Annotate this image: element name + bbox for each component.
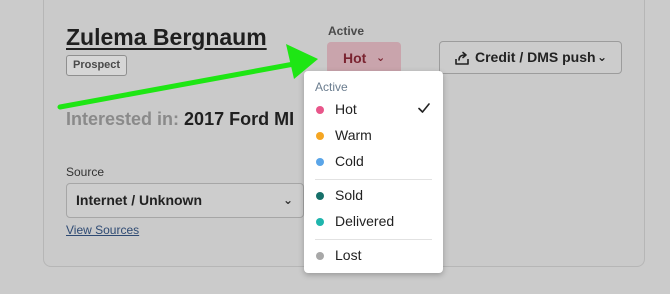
- status-label: Active: [328, 24, 365, 38]
- menu-option-label: Sold: [335, 187, 364, 203]
- credit-dms-push-label: Credit / DMS push: [475, 49, 596, 65]
- menu-option-label: Delivered: [335, 213, 395, 229]
- menu-option-hot[interactable]: Hot: [304, 98, 443, 122]
- warm-dot-icon: [316, 132, 324, 140]
- menu-option-label: Hot: [335, 101, 357, 117]
- view-sources-link[interactable]: View Sources: [66, 223, 139, 237]
- menu-divider: [315, 239, 432, 240]
- chevron-down-icon: ⌄: [376, 52, 386, 64]
- menu-option-label: Warm: [335, 127, 372, 143]
- chevron-down-icon: ⌄: [282, 193, 293, 207]
- menu-option-label: Lost: [335, 247, 362, 263]
- status-badge: Prospect: [66, 55, 128, 76]
- status-dropdown-button[interactable]: Hot ⌄: [327, 42, 401, 74]
- status-dropdown-menu: Active Hot Warm Cold Sold Delivered Lost: [304, 71, 443, 273]
- source-value: Internet / Unknown: [76, 192, 202, 208]
- credit-dms-push-button[interactable]: Credit / DMS push ⌄: [439, 41, 622, 74]
- share-upload-icon: [455, 51, 469, 65]
- status-selected: Hot: [343, 50, 367, 66]
- interested-in-label: Interested in:: [66, 109, 180, 129]
- hot-dot-icon: [316, 106, 324, 114]
- menu-header: Active: [315, 80, 348, 94]
- sold-dot-icon: [316, 192, 324, 200]
- check-icon: [418, 103, 430, 113]
- interested-in-value: 2017 Ford MI: [184, 109, 295, 129]
- menu-option-label: Cold: [335, 153, 364, 169]
- menu-divider: [315, 179, 432, 180]
- menu-option-lost[interactable]: Lost: [304, 244, 443, 268]
- chevron-down-icon: ⌄: [597, 50, 608, 64]
- menu-option-cold[interactable]: Cold: [304, 150, 443, 174]
- cold-dot-icon: [316, 158, 324, 166]
- lead-name[interactable]: Zulema Bergnaum: [66, 24, 267, 51]
- interested-in: Interested in: 2017 Ford MI: [66, 109, 316, 130]
- menu-option-delivered[interactable]: Delivered: [304, 210, 443, 234]
- delivered-dot-icon: [316, 218, 324, 226]
- source-select[interactable]: Internet / Unknown ⌄: [66, 183, 304, 218]
- menu-option-warm[interactable]: Warm: [304, 124, 443, 148]
- source-label: Source: [66, 165, 105, 179]
- lost-dot-icon: [316, 252, 324, 260]
- menu-option-sold[interactable]: Sold: [304, 184, 443, 208]
